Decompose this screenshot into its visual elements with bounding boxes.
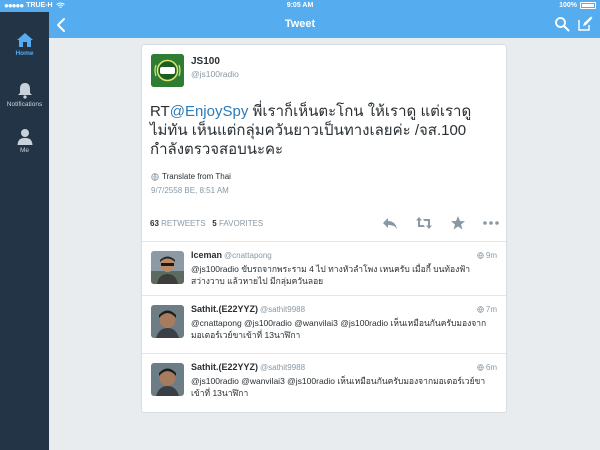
reply-time-label: 7m (485, 305, 497, 314)
retweet-icon[interactable] (415, 215, 433, 231)
mention-link[interactable]: @EnjoySpy (170, 103, 249, 120)
reply-text: @js100radio ขับรถจากพระราม 4 ไป ทางหัวลำ… (191, 264, 471, 286)
avatar[interactable] (151, 363, 184, 396)
author-handle[interactable]: @js100radio (191, 69, 239, 79)
reply-time: 9m (477, 251, 497, 260)
reply-time-label: 6m (485, 363, 497, 372)
tweet-detail: JS100 @js100radio RT@EnjoySpy พี่เราก็เห… (142, 45, 506, 242)
nav-bar: Tweet (0, 12, 600, 38)
tweet-timestamp: 9/7/2558 BE, 8:51 AM (151, 186, 229, 195)
reply-author-name: Sathit.(E22YYZ) (191, 304, 259, 314)
globe-icon (477, 252, 484, 259)
sidebar-item-me[interactable]: Me (0, 128, 49, 154)
reply-item[interactable]: Sathit.(E22YYZ) @sathit9988 6m @js100radi… (142, 354, 506, 412)
reply-author[interactable]: Sathit.(E22YYZ) @sathit9988 (191, 362, 305, 372)
favorite-star-icon[interactable] (450, 215, 466, 231)
retweets-label[interactable]: RETWEETS (161, 219, 205, 228)
person-icon (17, 129, 32, 145)
translate-label: Translate from Thai (162, 172, 231, 181)
compose-icon[interactable] (577, 16, 593, 32)
js100-logo (151, 54, 184, 87)
globe-icon (151, 172, 159, 181)
avatar[interactable] (151, 251, 184, 284)
battery-icon (580, 2, 596, 9)
battery-percent: 100% (559, 2, 577, 9)
reply-author-name: Iceman (191, 250, 223, 260)
home-icon (16, 33, 33, 47)
reply-author-handle: @sathit9988 (260, 305, 306, 314)
sathit-avatar (151, 363, 184, 396)
reply-author[interactable]: Sathit.(E22YYZ) @sathit9988 (191, 304, 305, 314)
tweet-card: JS100 @js100radio RT@EnjoySpy พี่เราก็เห… (141, 44, 507, 413)
reply-author[interactable]: Iceman @cnattapong (191, 250, 272, 260)
reply-time: 6m (477, 363, 497, 372)
bell-icon (17, 83, 32, 99)
status-bar: ●●●●● TRUE-H 9:05 AM 100% (0, 0, 600, 12)
nav-title: Tweet (284, 18, 316, 30)
avatar[interactable] (151, 305, 184, 338)
sidebar-item-notifications[interactable]: Notifications (0, 82, 49, 108)
reply-text: @js100radio @wanvilai3 @js100radio เห็นเ… (191, 376, 486, 398)
search-icon[interactable] (554, 16, 570, 32)
author-name[interactable]: JS100 (191, 56, 220, 67)
retweets-count[interactable]: 63 (150, 219, 159, 228)
translate-link[interactable]: Translate from Thai (151, 172, 231, 181)
sidebar-item-label: Me (19, 147, 30, 154)
retweet-prefix: RT (150, 103, 170, 120)
reply-icon[interactable] (382, 215, 398, 231)
sidebar: Home Notifications Me (0, 12, 49, 450)
favorites-label[interactable]: FAVORITES (219, 219, 263, 228)
sidebar-item-label: Home (15, 50, 34, 57)
reply-time: 7m (477, 305, 497, 314)
sidebar-item-label: Notifications (6, 101, 43, 108)
globe-icon (477, 364, 484, 371)
avatar[interactable] (151, 54, 184, 87)
sathit-avatar (151, 305, 184, 338)
reply-time-label: 9m (485, 251, 497, 260)
reply-item[interactable]: Iceman @cnattapong 9m @js100radio ขับรถจา… (142, 242, 506, 296)
sidebar-item-home[interactable]: Home (0, 32, 49, 57)
reply-author-name: Sathit.(E22YYZ) (191, 362, 259, 372)
reply-author-handle: @sathit9988 (260, 363, 306, 372)
iceman-avatar (151, 251, 184, 284)
reply-text: @cnattapong @js100radio @wanvilai3 @js10… (191, 318, 487, 340)
tweet-text: RT@EnjoySpy พี่เราก็เห็นตะโกน ให้เราดู แ… (150, 102, 502, 159)
reply-item[interactable]: Sathit.(E22YYZ) @sathit9988 7m @cnattapon… (142, 296, 506, 354)
favorites-count[interactable]: 5 (212, 219, 216, 228)
tweet-stats: 63 RETWEETS 5 FAVORITES (150, 219, 263, 228)
status-time: 9:05 AM (286, 2, 314, 9)
globe-icon (477, 306, 484, 313)
battery-group: 100% (559, 2, 596, 9)
reply-author-handle: @cnattapong (224, 251, 272, 260)
more-icon[interactable] (482, 215, 500, 231)
